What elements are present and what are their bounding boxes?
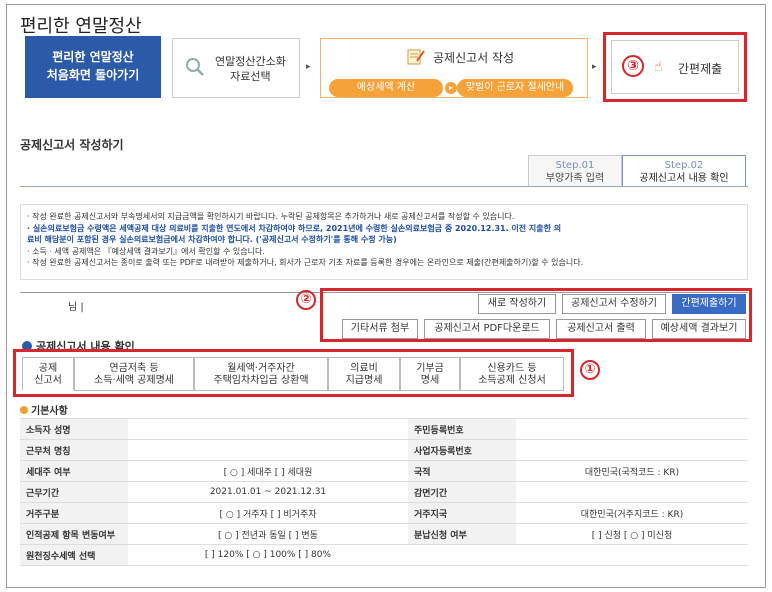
- tab-label: 공제신고서 내용 확인: [639, 173, 729, 184]
- field-label: 감면기간: [408, 481, 516, 503]
- home-button-line1: 편리한 연말정산: [52, 50, 134, 64]
- field-label: 국적: [408, 460, 516, 482]
- marker-2: ②: [296, 290, 316, 310]
- home-button[interactable]: 편리한 연말정산 처음화면 돌아가기: [25, 36, 161, 98]
- arrow-icon: ▸: [306, 62, 311, 72]
- notice-line: · 실손의료보험금 수령액은 세액공제 대상 의료비를 지출한 연도에서 차감하…: [27, 223, 562, 233]
- tab-label: 부양가족 입력: [545, 173, 605, 184]
- table-row: 인적공제 항목 변동여부 [ ○ ] 전년과 동일 [ ] 변동 분납신청 여부…: [20, 523, 748, 545]
- field-label: 주민등록번호: [408, 418, 516, 440]
- magnifier-icon: [186, 58, 204, 76]
- expected-tax-button[interactable]: 예상세액 계산: [329, 79, 443, 97]
- bullet-icon: [20, 406, 28, 414]
- field-value: 2021.01.01 ~ 2021.12.31: [128, 481, 408, 503]
- field-value: [516, 439, 748, 461]
- basic-info-title: 기본사항: [20, 402, 68, 417]
- step-write-deduction[interactable]: 공제신고서 작성 예상세액 계산 ▸ 맞벌이 근로자 절세안내: [320, 38, 588, 98]
- table-row: 거주구분 [ ○ ] 거주자 [ ] 비거주자 거주지국 대한민국(거주지코드 …: [20, 502, 748, 524]
- tab-step02[interactable]: Step.02 공제신고서 내용 확인: [622, 155, 746, 187]
- table-row: 소득자 성명 주민등록번호: [20, 418, 748, 440]
- notice-box: · 작성 완료한 공제신고서와 부속명세서의 지급금액을 확인하시기 바랍니다.…: [20, 204, 748, 280]
- memo-icon: [407, 49, 425, 65]
- step3-label: 간편제출: [678, 62, 723, 76]
- field-value: [516, 544, 748, 566]
- arrow-icon: ▸: [592, 62, 597, 72]
- field-label: 인적공제 항목 변동여부: [20, 523, 128, 545]
- step1-line1: 연말정산간소화: [215, 55, 286, 68]
- field-label: [408, 544, 516, 566]
- field-label: 거주구분: [20, 502, 128, 524]
- field-label: 원천징수세액 선택: [20, 544, 128, 566]
- field-value: [516, 418, 748, 440]
- notice-line: 료비 해당분이 포함된 경우 실손의료보험금에서 차감하여야 합니다. ('공제…: [27, 235, 397, 244]
- tabs-divider: [20, 186, 748, 187]
- field-value: [128, 439, 408, 461]
- section-title: 공제신고서 작성하기: [20, 138, 124, 152]
- dual-income-guide-button[interactable]: 맞벌이 근로자 절세안내: [457, 79, 573, 97]
- field-label: 분납신청 여부: [408, 523, 516, 545]
- tab-step01[interactable]: Step.01 부양가족 입력: [528, 155, 622, 187]
- table-row: 근무처 명칭 사업자등록번호: [20, 439, 748, 461]
- step1-line2: 자료선택: [230, 70, 271, 83]
- field-label: 근무기간: [20, 481, 128, 503]
- notice-line: · 작성 완료한 공제신고서와 부속명세서의 지급금액을 확인하시기 바랍니다.…: [27, 212, 515, 221]
- hand-pointer-icon: ☝: [654, 59, 663, 75]
- field-value: [516, 481, 748, 503]
- step2-label: 공제신고서 작성: [433, 51, 515, 65]
- tab-step-number: Step.01: [555, 160, 595, 171]
- field-label: 소득자 성명: [20, 418, 128, 440]
- notice-line: · 소득 · 세액 공제액은 『예상세액 결과보기』에서 확인할 수 있습니다.: [27, 246, 265, 256]
- field-label: 세대주 여부: [20, 460, 128, 482]
- step-easy-submit[interactable]: ③ ☝ 간편제출: [603, 32, 747, 102]
- step-data-selection[interactable]: 연말정산간소화 자료선택: [172, 38, 300, 98]
- field-value: [ ○ ] 거주자 [ ] 비거주자: [128, 502, 408, 524]
- table-row: 세대주 여부 [ ○ ] 세대주 [ ] 세대원 국적 대한민국(국적코드 : …: [20, 460, 748, 482]
- highlight-box-1: [13, 349, 574, 397]
- notice-line: · 작성 완료한 공제신고서는 종이로 출력 또는 PDF로 내려받아 제출하거…: [27, 258, 584, 267]
- user-name-label: 님 |: [68, 302, 84, 313]
- field-value: [ ] 120% [ ○ ] 100% [ ] 80%: [128, 544, 408, 566]
- home-button-line2: 처음화면 돌아가기: [46, 68, 140, 82]
- field-label: 거주지국: [408, 502, 516, 524]
- field-value: 대한민국(거주지코드 : KR): [516, 502, 748, 524]
- table-row: 근무기간 2021.01.01 ~ 2021.12.31 감면기간: [20, 481, 748, 503]
- field-label: 사업자등록번호: [408, 439, 516, 461]
- field-value: [128, 418, 408, 440]
- marker-3: ③: [622, 55, 644, 77]
- tab-step-number: Step.02: [664, 160, 704, 171]
- app-title: 편리한 연말정산: [20, 16, 142, 37]
- table-row: 원천징수세액 선택 [ ] 120% [ ○ ] 100% [ ] 80%: [20, 544, 748, 566]
- basic-info-table: 소득자 성명 주민등록번호 근무처 명칭 사업자등록번호 세대주 여부 [ ○ …: [20, 418, 748, 566]
- highlight-box-2: [320, 288, 752, 342]
- field-value: [ ○ ] 세대주 [ ] 세대원: [128, 460, 408, 482]
- pill-arrow-icon: ▸: [445, 82, 457, 94]
- field-value: [ ○ ] 전년과 동일 [ ] 변동: [128, 523, 408, 545]
- field-value: [ ] 신청 [ ○ ] 미신청: [516, 523, 748, 545]
- marker-1: ①: [580, 360, 600, 380]
- field-label: 근무처 명칭: [20, 439, 128, 461]
- field-value: 대한민국(국적코드 : KR): [516, 460, 748, 482]
